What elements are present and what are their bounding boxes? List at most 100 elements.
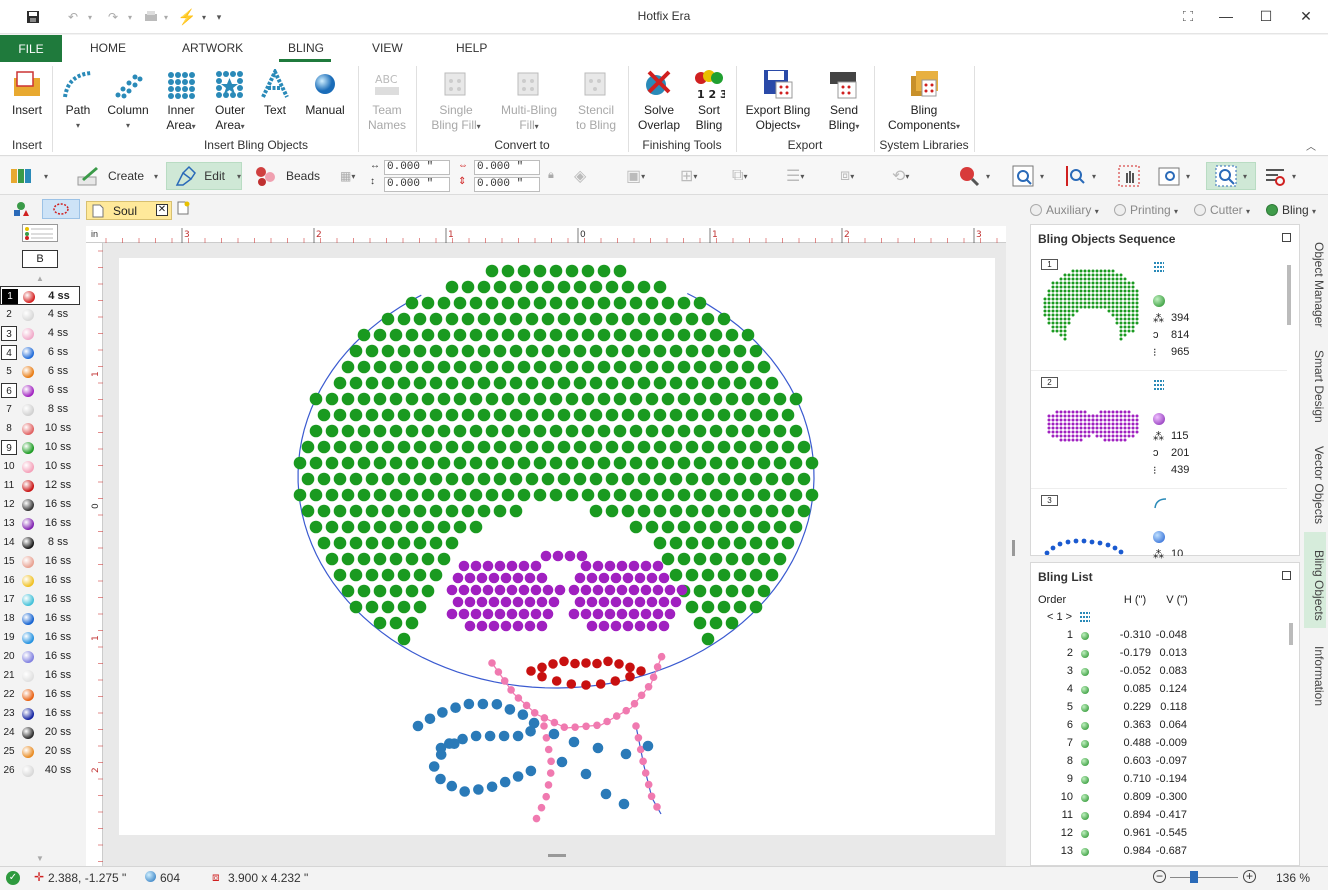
necklace-bead[interactable]	[507, 686, 515, 694]
collar-stone[interactable]	[437, 707, 448, 718]
hair-stone[interactable]	[741, 360, 755, 374]
hair-stone[interactable]	[357, 488, 371, 502]
hair-stone[interactable]	[373, 328, 387, 342]
hair-stone[interactable]	[549, 424, 563, 438]
hair-stone[interactable]	[605, 408, 619, 422]
redo-dropdown-icon[interactable]: ▾	[126, 8, 134, 26]
glasses-stone[interactable]	[658, 596, 670, 608]
multi-bling-fill-button[interactable]: Multi-Bling Fill▾	[494, 68, 564, 134]
hair-stone[interactable]	[765, 440, 779, 454]
glasses-stone[interactable]	[494, 560, 506, 572]
hair-stone[interactable]	[653, 440, 667, 454]
hair-stone[interactable]	[445, 536, 459, 550]
hair-stone[interactable]	[629, 360, 643, 374]
collapse-ribbon-icon[interactable]: ︿	[1306, 138, 1316, 153]
hair-stone[interactable]	[725, 360, 739, 374]
hair-stone[interactable]	[709, 552, 723, 566]
necklace-bead[interactable]	[532, 814, 541, 823]
stone-chart-icon[interactable]	[22, 224, 58, 242]
grid-tool-icon[interactable]: ⊞ ▾	[680, 162, 716, 190]
hair-stone[interactable]	[469, 424, 483, 438]
stone-row[interactable]: 9 10 ss	[0, 438, 84, 457]
hair-stone[interactable]	[541, 472, 555, 486]
necklace-bead[interactable]	[537, 803, 546, 812]
hair-stone[interactable]	[725, 328, 739, 342]
hair-stone[interactable]	[533, 360, 547, 374]
hair-stone[interactable]	[557, 472, 571, 486]
glasses-stone[interactable]	[512, 620, 524, 632]
hair-stone[interactable]	[325, 424, 339, 438]
hair-stone[interactable]	[389, 488, 403, 502]
tab-view[interactable]: VIEW	[372, 41, 403, 55]
collar-stone[interactable]	[435, 742, 447, 754]
hair-stone[interactable]	[797, 440, 811, 454]
hair-stone[interactable]	[757, 392, 771, 406]
hair-stone[interactable]	[757, 552, 771, 566]
hair-stone[interactable]	[317, 408, 331, 422]
hair-stone[interactable]	[701, 472, 715, 486]
hair-stone[interactable]	[669, 472, 683, 486]
stone-row[interactable]: 1 4 ss	[0, 286, 80, 305]
list-order[interactable]: 8	[1045, 755, 1073, 767]
hair-stone[interactable]	[709, 584, 723, 598]
zoom-fit-icon[interactable]: ▾	[1012, 162, 1056, 190]
hair-stone[interactable]	[413, 440, 427, 454]
hair-stone[interactable]	[693, 520, 707, 534]
hair-stone[interactable]	[557, 344, 571, 358]
hair-stone[interactable]	[381, 600, 395, 614]
hair-stone[interactable]	[437, 424, 451, 438]
hair-stone[interactable]	[293, 456, 307, 470]
hair-stone[interactable]	[725, 584, 739, 598]
hair-stone[interactable]	[749, 536, 763, 550]
hair-stone[interactable]	[469, 328, 483, 342]
hair-stone[interactable]	[669, 440, 683, 454]
glasses-stone[interactable]	[548, 596, 560, 608]
hair-stone[interactable]	[485, 424, 499, 438]
glasses-stone[interactable]	[670, 596, 682, 608]
hair-stone[interactable]	[445, 280, 459, 294]
hair-stone[interactable]	[421, 424, 435, 438]
hair-stone[interactable]	[349, 600, 363, 614]
hair-stone[interactable]	[565, 488, 579, 502]
hair-stone[interactable]	[733, 376, 747, 390]
hair-stone[interactable]	[573, 312, 587, 326]
glasses-stone[interactable]	[622, 620, 634, 632]
glasses-stone[interactable]	[464, 620, 476, 632]
glasses-stone[interactable]	[458, 560, 470, 572]
hair-stone[interactable]	[557, 312, 571, 326]
hair-stone[interactable]	[621, 504, 635, 518]
glasses-stone[interactable]	[658, 620, 670, 632]
necklace-bead[interactable]	[560, 723, 569, 731]
hair-stone[interactable]	[773, 392, 787, 406]
necklace-bead[interactable]	[630, 699, 639, 708]
hair-stone[interactable]	[669, 312, 683, 326]
hair-stone[interactable]	[405, 328, 419, 342]
hair-stone[interactable]	[453, 424, 467, 438]
hair-stone[interactable]	[605, 280, 619, 294]
hair-stone[interactable]	[565, 328, 579, 342]
list-order[interactable]: 12	[1045, 827, 1073, 839]
hair-stone[interactable]	[717, 472, 731, 486]
hair-stone[interactable]	[349, 472, 363, 486]
fullscreen-icon[interactable]	[1168, 4, 1208, 28]
necklace-bead[interactable]	[546, 769, 555, 777]
hair-stone[interactable]	[565, 360, 579, 374]
necklace-bead[interactable]	[657, 652, 666, 661]
hair-stone[interactable]	[693, 360, 707, 374]
hair-stone[interactable]	[637, 408, 651, 422]
hair-stone[interactable]	[685, 504, 699, 518]
x-position-input[interactable]: 0.000 "	[384, 160, 450, 175]
glasses-stone[interactable]	[542, 608, 554, 620]
necklace-bead[interactable]	[488, 659, 496, 667]
hair-stone[interactable]	[597, 456, 611, 470]
hair-stone[interactable]	[397, 472, 411, 486]
glasses-stone[interactable]	[446, 584, 458, 596]
stone-row[interactable]: 15 16 ss	[0, 552, 84, 571]
hair-stone[interactable]	[373, 392, 387, 406]
lightning-icon[interactable]: ⚡	[178, 8, 197, 26]
collar-stone[interactable]	[491, 699, 503, 710]
lip-stone[interactable]	[566, 679, 577, 689]
glasses-stone[interactable]	[536, 572, 548, 584]
column-header-order[interactable]: Order	[1038, 594, 1066, 606]
hair-stone[interactable]	[685, 536, 699, 550]
